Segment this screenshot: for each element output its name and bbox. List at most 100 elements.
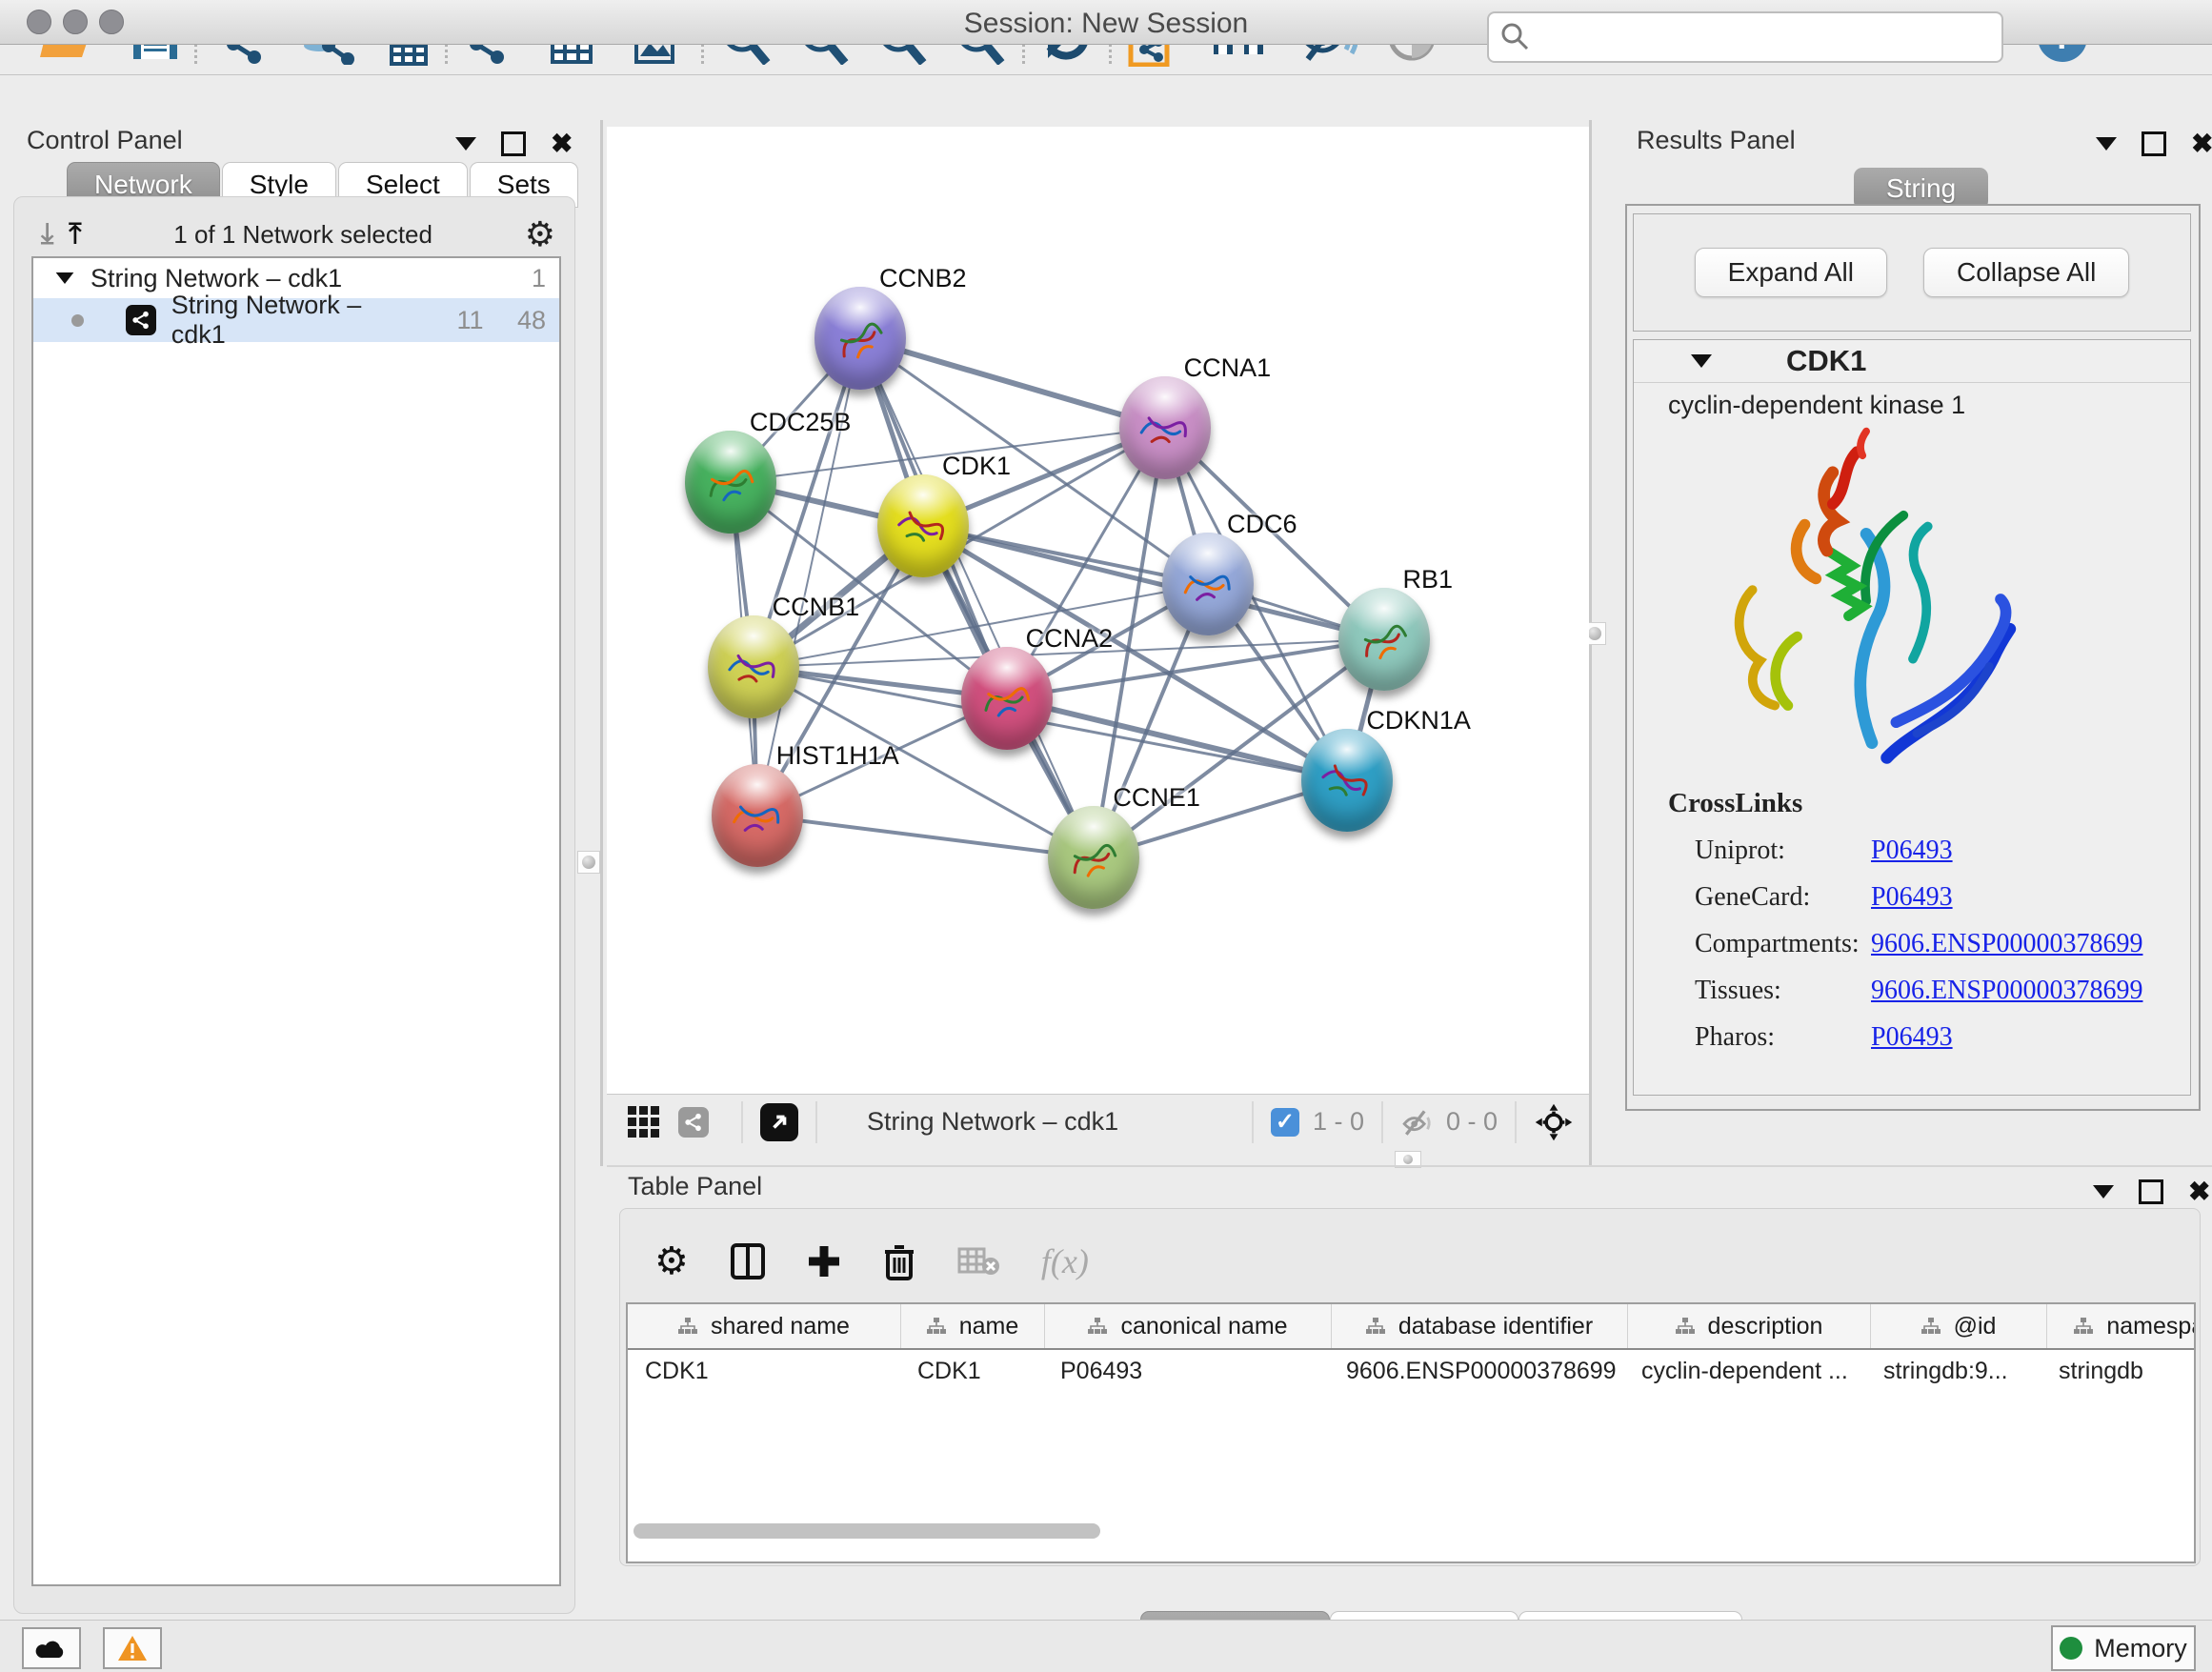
cell-description[interactable]: cyclin-dependent ... xyxy=(1624,1358,1866,1385)
protein-thumbnail xyxy=(891,499,955,553)
cell-namespace[interactable]: stringdb xyxy=(2041,1358,2196,1385)
network-node-ccnb2[interactable] xyxy=(814,287,906,390)
gene-name: CDK1 xyxy=(1786,344,1866,378)
network-node-cdk1[interactable] xyxy=(877,474,969,577)
protein-thumbnail xyxy=(1133,401,1197,454)
network-node-rb1[interactable] xyxy=(1338,588,1430,691)
cell--id[interactable]: stringdb:9... xyxy=(1866,1358,2041,1385)
network-row-selected[interactable]: String Network – cdk1 11 48 xyxy=(33,298,559,342)
table-panel-title: Table Panel xyxy=(628,1172,762,1200)
float-panel-icon[interactable] xyxy=(501,131,526,156)
left-splitter[interactable] xyxy=(600,120,603,1166)
table-hscrollbar[interactable] xyxy=(633,1523,1100,1539)
float-results-icon[interactable] xyxy=(2142,131,2166,156)
protein-thumbnail xyxy=(1315,754,1379,807)
collapse-panel-icon[interactable] xyxy=(455,137,476,151)
expand-all-networks-icon[interactable]: ⤒ xyxy=(69,222,81,247)
close-table-icon[interactable]: ✖ xyxy=(2188,1182,2210,1201)
grid-view-icon[interactable] xyxy=(628,1106,659,1138)
table-splitter[interactable] xyxy=(607,1165,2212,1167)
crosslink-link[interactable]: 9606.ENSP00000378699 xyxy=(1871,929,2142,959)
column-header-name[interactable]: name xyxy=(901,1304,1045,1348)
network-node-label: RB1 xyxy=(1403,565,1454,594)
network-node-ccna2[interactable] xyxy=(961,647,1053,750)
protein-thumbnail xyxy=(1352,613,1417,666)
cloud-icon xyxy=(35,1637,68,1660)
collection-expand-icon[interactable] xyxy=(56,272,74,284)
gene-card-header[interactable]: CDK1 xyxy=(1634,340,2190,383)
network-node-cdkn1a[interactable] xyxy=(1301,729,1393,832)
network-node-ccne1[interactable] xyxy=(1048,806,1139,909)
memory-button[interactable]: Memory xyxy=(2051,1625,2196,1671)
network-node-cdc25b[interactable] xyxy=(685,431,776,534)
protein-thumbnail xyxy=(698,455,763,509)
function-builder-icon[interactable]: f(x) xyxy=(1041,1241,1089,1281)
cloud-button[interactable] xyxy=(22,1627,81,1669)
protein-thumbnail xyxy=(828,312,893,365)
results-panel-title: Results Panel xyxy=(1637,126,1796,154)
network-canvas[interactable]: CCNB2CCNA1CDC25BCDK1CDC6RB1CCNB1CCNA2CDK… xyxy=(607,127,1589,1094)
column-header-shared-name[interactable]: shared name xyxy=(628,1304,901,1348)
network-node-label: CCNB1 xyxy=(773,593,860,622)
trash-icon[interactable] xyxy=(883,1242,915,1280)
crosslink-link[interactable]: 9606.ENSP00000378699 xyxy=(1871,976,2142,1006)
crosshair-icon[interactable] xyxy=(1534,1102,1574,1142)
network-node-cdc6[interactable] xyxy=(1162,533,1254,635)
float-table-icon[interactable] xyxy=(2139,1179,2163,1204)
crosslink-link[interactable]: P06493 xyxy=(1871,836,1953,866)
column-header-namespace[interactable]: namespace xyxy=(2047,1304,2196,1348)
cell-database-identifier[interactable]: 9606.ENSP00000378699 xyxy=(1329,1358,1624,1385)
plus-icon[interactable] xyxy=(807,1244,841,1279)
crosslink-row: Compartments:9606.ENSP00000378699 xyxy=(1668,929,2142,959)
sitemap-icon xyxy=(2074,1318,2093,1335)
gear-icon[interactable]: ⚙ xyxy=(525,214,555,254)
network-share-icon xyxy=(126,305,156,335)
network-overview-icon[interactable] xyxy=(678,1107,709,1138)
network-edge[interactable] xyxy=(860,338,1165,427)
network-edge[interactable] xyxy=(860,338,1094,857)
table-row[interactable]: CDK1CDK1P064939606.ENSP00000378699cyclin… xyxy=(628,1350,2194,1392)
cell-shared-name[interactable]: CDK1 xyxy=(628,1358,900,1385)
network-node-label: CCNA1 xyxy=(1184,353,1272,383)
detach-view-icon[interactable] xyxy=(760,1103,798,1141)
columns-icon[interactable] xyxy=(731,1243,765,1279)
string-results-box: Expand All Collapse All CDK1 cyclin-depe… xyxy=(1625,204,2201,1111)
network-selected-label: 1 of 1 Network selected xyxy=(82,220,525,250)
search-input[interactable] xyxy=(1487,11,2003,63)
selected-node-edge-counts: 1 - 0 xyxy=(1313,1107,1364,1137)
column-header--id[interactable]: @id xyxy=(1871,1304,2047,1348)
sitemap-icon xyxy=(1676,1318,1695,1335)
selected-checkbox-icon[interactable]: ✓ xyxy=(1271,1108,1299,1137)
network-edge[interactable] xyxy=(757,816,1095,858)
left-splitter-handle[interactable] xyxy=(577,851,600,874)
crosslink-link[interactable]: P06493 xyxy=(1871,882,1953,913)
crosslink-label: Pharos: xyxy=(1695,1022,1871,1053)
network-node-hist1h1a[interactable] xyxy=(712,764,803,867)
cell-name[interactable]: CDK1 xyxy=(900,1358,1043,1385)
protein-thumbnail xyxy=(1061,831,1126,884)
network-node-label: CCNE1 xyxy=(1113,783,1200,813)
network-edge[interactable] xyxy=(923,526,1384,639)
network-node-label: CDC25B xyxy=(750,408,852,437)
network-node-ccna1[interactable] xyxy=(1119,376,1211,479)
close-results-icon[interactable]: ✖ xyxy=(2191,134,2212,153)
collapse-table-icon[interactable] xyxy=(2093,1185,2114,1199)
expand-all-button[interactable]: Expand All xyxy=(1695,248,1887,297)
cell-canonical-name[interactable]: P06493 xyxy=(1043,1358,1329,1385)
network-node-ccnb1[interactable] xyxy=(708,615,799,718)
close-panel-icon[interactable]: ✖ xyxy=(551,134,573,153)
gene-collapse-icon[interactable] xyxy=(1691,354,1712,368)
column-header-canonical-name[interactable]: canonical name xyxy=(1045,1304,1332,1348)
warning-button[interactable] xyxy=(103,1627,162,1669)
column-header-description[interactable]: description xyxy=(1628,1304,1871,1348)
collapse-all-button[interactable]: Collapse All xyxy=(1923,248,2129,297)
crosslink-link[interactable]: P06493 xyxy=(1871,1022,1953,1053)
collapse-all-networks-icon[interactable]: ⤓ xyxy=(41,222,53,247)
protein-thumbnail xyxy=(975,672,1039,725)
table-gear-icon[interactable]: ⚙ xyxy=(654,1242,689,1280)
collapse-results-icon[interactable] xyxy=(2096,137,2117,151)
delete-table-icon[interactable] xyxy=(957,1245,999,1278)
column-header-database-identifier[interactable]: database identifier xyxy=(1332,1304,1628,1348)
crosslink-label: Tissues: xyxy=(1695,976,1871,1006)
sitemap-icon xyxy=(1921,1318,1941,1335)
